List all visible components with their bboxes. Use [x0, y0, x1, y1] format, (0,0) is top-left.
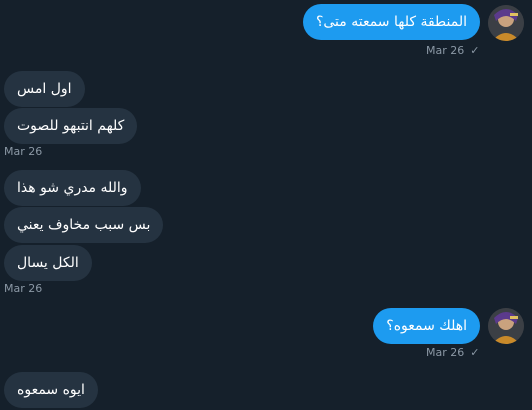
message-bubble-incoming[interactable]: الكل يسال	[4, 245, 92, 281]
message-bubble-incoming[interactable]: بس سبب مخاوف يعني	[4, 207, 164, 243]
timestamp-text: Mar 26	[426, 346, 465, 359]
avatar[interactable]	[488, 5, 524, 41]
check-icon: ✓	[470, 346, 480, 359]
message-bubble-incoming[interactable]: ايوه سمعوه	[4, 372, 98, 408]
avatar[interactable]	[488, 308, 524, 344]
avatar-image	[488, 308, 524, 344]
check-icon: ✓	[470, 44, 480, 57]
message-timestamp: Mar 26	[4, 282, 42, 296]
timestamp-text: Mar 26	[4, 145, 43, 158]
message-bubble-outgoing[interactable]: المنطقة كلها سمعته متى؟	[302, 4, 480, 40]
timestamp-text: Mar 26	[426, 44, 465, 57]
timestamp-text: Mar 26	[4, 282, 43, 295]
message-bubble-incoming[interactable]: والله مدري شو هذا	[4, 170, 141, 206]
avatar-image	[488, 5, 524, 41]
message-timestamp: Mar 26	[4, 145, 42, 159]
message-timestamp: Mar 26 ✓	[426, 346, 479, 360]
message-timestamp: Mar 26 ✓	[426, 44, 479, 58]
message-bubble-incoming[interactable]: اول امس	[4, 71, 85, 107]
message-bubble-outgoing[interactable]: اهلك سمعوه؟	[373, 308, 480, 344]
conversation-thread: المنطقة كلها سمعته متى؟ Mar 26 ✓ اول امس …	[0, 0, 532, 410]
message-bubble-incoming[interactable]: كلهم انتبهو للصوت	[4, 108, 138, 144]
